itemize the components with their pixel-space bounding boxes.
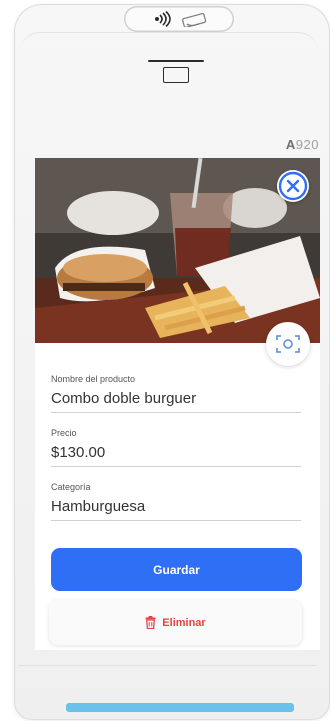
camera-icon <box>276 335 300 353</box>
product-photo <box>35 158 320 343</box>
close-icon <box>278 171 308 201</box>
product-edit-screen: Nombre del producto Combo doble burguer … <box>35 158 320 650</box>
change-photo-button[interactable] <box>266 322 310 366</box>
product-name-label: Nombre del producto <box>51 374 136 384</box>
card-slot-bar <box>66 703 294 712</box>
product-name-input[interactable]: Combo doble burguer <box>51 390 301 413</box>
delete-button-label: Eliminar <box>162 616 206 629</box>
delete-button[interactable]: Eliminar <box>49 600 302 645</box>
category-label: Categoría <box>51 482 91 492</box>
price-label: Precio <box>51 428 77 438</box>
printer-icon <box>146 60 206 90</box>
close-photo-button[interactable] <box>277 170 309 202</box>
category-input[interactable]: Hamburguesa <box>51 498 301 521</box>
save-button[interactable]: Guardar <box>51 548 302 591</box>
save-button-label: Guardar <box>153 562 200 577</box>
price-input[interactable]: $130.00 <box>51 444 301 467</box>
product-name-field[interactable]: Nombre del producto Combo doble burguer <box>51 374 301 413</box>
contactless-icon <box>124 6 234 32</box>
trash-icon <box>145 616 156 629</box>
category-field[interactable]: Categoría Hamburguesa <box>51 482 301 521</box>
device-model-label: A920 <box>285 137 319 152</box>
price-field[interactable]: Precio $130.00 <box>51 428 301 467</box>
